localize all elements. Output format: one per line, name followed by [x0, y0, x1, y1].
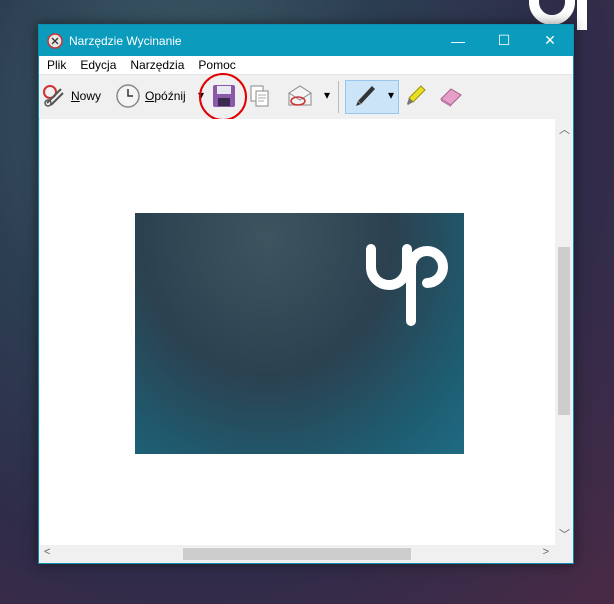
copy-icon	[250, 85, 269, 107]
eraser-button[interactable]	[437, 83, 465, 109]
menu-edycja[interactable]: Edycja	[76, 58, 120, 72]
highlighter-button[interactable]	[403, 83, 429, 109]
delay-button[interactable]: Opóźnij	[115, 83, 186, 109]
toolbar: Nowy Opóźnij ▾ ▾ ▾	[39, 73, 573, 121]
copy-button[interactable]	[247, 83, 273, 109]
captured-snip-image	[135, 213, 464, 454]
delay-label: Opóźnij	[145, 89, 186, 103]
send-dropdown-icon[interactable]: ▾	[324, 88, 330, 102]
scroll-right-icon[interactable]: >	[543, 546, 549, 558]
toolbar-separator	[338, 81, 339, 113]
highlighter-icon	[407, 85, 426, 105]
new-snip-label: Nowy	[71, 89, 102, 103]
maximize-button[interactable]: ☐	[481, 25, 527, 56]
close-button[interactable]: ✕	[527, 25, 573, 56]
vertical-scroll-thumb[interactable]	[558, 247, 570, 415]
menu-plik[interactable]: Plik	[43, 58, 70, 72]
horizontal-scroll-thumb[interactable]	[183, 548, 411, 560]
menu-narzedzia[interactable]: Narzędzia	[126, 58, 188, 72]
scroll-down-icon[interactable]: ﹀	[559, 526, 570, 542]
send-email-icon	[288, 85, 312, 106]
scissors-app-icon	[47, 32, 63, 49]
scroll-up-icon[interactable]: ︿	[559, 121, 570, 137]
send-snip-button[interactable]	[287, 83, 313, 109]
new-snip-button[interactable]: Nowy	[41, 83, 101, 109]
snip-scissors-icon	[43, 85, 64, 107]
clock-icon	[116, 84, 140, 108]
save-highlight-circle	[199, 73, 247, 121]
scroll-left-icon[interactable]: <	[44, 546, 50, 558]
horizontal-scrollbar[interactable]: < >	[40, 545, 555, 562]
snipping-tool-window: Narzędzie Wycinanie — ☐ ✕ Plik Edycja Na…	[38, 24, 574, 564]
pen-dropdown-icon[interactable]: ▾	[388, 88, 394, 102]
resize-grip[interactable]	[555, 545, 572, 562]
pen-button[interactable]	[352, 83, 378, 109]
menu-bar: Plik Edycja Narzędzia Pomoc	[39, 56, 573, 75]
eraser-icon	[440, 88, 462, 107]
vertical-scrollbar[interactable]: ︿ ﹀	[555, 119, 573, 546]
snip-canvas[interactable]	[40, 119, 555, 546]
title-bar[interactable]: Narzędzie Wycinanie — ☐ ✕	[39, 25, 573, 56]
snip-logo	[366, 244, 448, 326]
minimize-button[interactable]: —	[435, 25, 481, 56]
window-title: Narzędzie Wycinanie	[69, 33, 182, 48]
pen-icon	[356, 86, 375, 106]
menu-pomoc[interactable]: Pomoc	[194, 58, 239, 72]
